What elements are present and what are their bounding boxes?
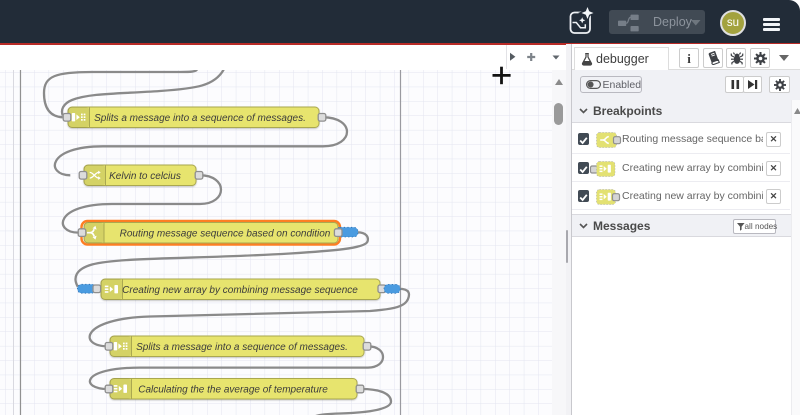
svg-text:Splits a message into a sequen: Splits a message into a sequence of mess… <box>94 113 306 124</box>
svg-text:Creating new array by combinin: Creating new array by combining message … <box>122 285 358 296</box>
svg-text:Calculating the the average of: Calculating the the average of temperatu… <box>138 385 328 396</box>
svg-text:Kelvin to celcius: Kelvin to celcius <box>109 171 181 182</box>
svg-text:Routing message sequence based: Routing message sequence based on condit… <box>120 228 331 239</box>
svg-text:Splits a message into a sequen: Splits a message into a sequence of mess… <box>136 342 348 353</box>
